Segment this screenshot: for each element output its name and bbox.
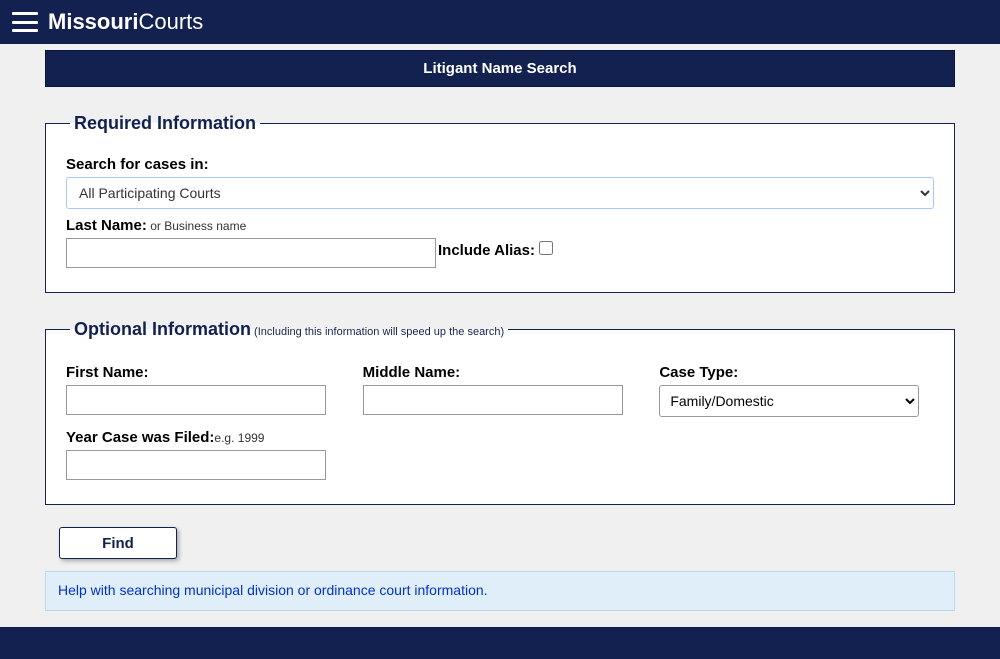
hamburger-menu-icon[interactable] (12, 12, 38, 32)
find-button[interactable]: Find (59, 527, 177, 559)
help-bar: Help with searching municipal division o… (45, 571, 955, 611)
case-type-select[interactable]: Family/Domestic (659, 385, 919, 417)
court-select[interactable]: All Participating Courts (66, 177, 934, 209)
alias-label: Include Alias: (438, 242, 535, 259)
optional-information-fieldset: Optional Information (Including this inf… (45, 319, 955, 505)
year-input[interactable] (66, 450, 326, 480)
year-label: Year Case was Filed:e.g. 1999 (66, 429, 934, 446)
case-type-group: Case Type: Family/Domestic (659, 364, 934, 417)
first-name-label: First Name: (66, 364, 341, 381)
required-legend: Required Information (70, 113, 260, 134)
page-title: Litigant Name Search (45, 50, 955, 87)
lastname-label: Last Name: or Business name (66, 217, 436, 234)
help-link[interactable]: Help with searching municipal division o… (58, 582, 488, 598)
search-courts-label: Search for cases in: (66, 156, 934, 173)
alias-checkbox[interactable] (539, 241, 553, 255)
middle-name-group: Middle Name: (363, 364, 638, 417)
footer-bar (0, 627, 1000, 659)
first-name-group: First Name: (66, 364, 341, 417)
year-group: Year Case was Filed:e.g. 1999 (66, 429, 934, 480)
middle-name-label: Middle Name: (363, 364, 638, 381)
app-header: MissouriCourts (0, 0, 1000, 44)
first-name-input[interactable] (66, 385, 326, 415)
lastname-input[interactable] (66, 238, 436, 268)
middle-name-input[interactable] (363, 385, 623, 415)
site-title: MissouriCourts (48, 9, 203, 35)
case-type-label: Case Type: (659, 364, 934, 381)
optional-legend: Optional Information (Including this inf… (70, 319, 508, 340)
required-information-fieldset: Required Information Search for cases in… (45, 113, 955, 293)
main-content: Litigant Name Search Required Informatio… (0, 50, 1000, 611)
